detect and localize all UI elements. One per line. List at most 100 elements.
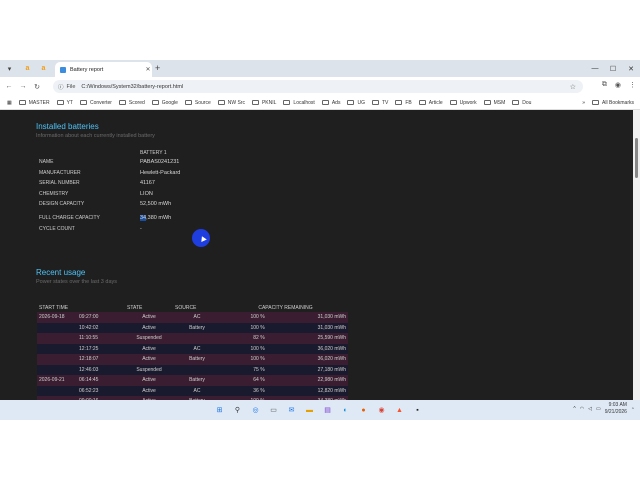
- cell-mwh: 22,980 mWh: [266, 375, 348, 386]
- back-icon[interactable]: ←: [4, 82, 14, 92]
- folder-icon: [79, 100, 87, 105]
- bookmark-folder[interactable]: NW Src: [217, 99, 245, 106]
- battery-row-manufacturer: MANUFACTURER Hewlett-Packard: [39, 170, 259, 176]
- bookmark-label: MASTER: [28, 99, 50, 106]
- table-row: 12:46:03 Suspended 75 % 27,180 mWh: [37, 364, 348, 375]
- battery-row-value: PABAS0241231: [140, 159, 180, 165]
- bookmark-label: Article: [428, 99, 443, 106]
- close-window-icon[interactable]: ✕: [622, 60, 640, 77]
- amazon-tab-icon-2[interactable]: a: [38, 63, 49, 74]
- menu-icon[interactable]: ⋮: [629, 81, 636, 89]
- reload-icon[interactable]: ↻: [32, 82, 42, 92]
- network-icon[interactable]: ◠: [580, 406, 584, 412]
- table-row: 12:17:25 Active AC 100 % 36,020 mWh: [37, 343, 348, 354]
- bookmark-label: MSM: [493, 99, 506, 106]
- bookmark-star-icon[interactable]: ☆: [570, 83, 576, 91]
- bookmark-folder[interactable]: Google: [151, 100, 178, 106]
- url-text[interactable]: C:/Windows/System32/battery-report.html: [81, 84, 183, 90]
- bookmark-folder[interactable]: TV: [371, 100, 388, 106]
- address-bar[interactable]: ⓘ File C:/Windows/System32/battery-repor…: [53, 80, 583, 93]
- extensions-icon[interactable]: ⧉: [602, 81, 607, 89]
- task-view-icon[interactable]: ▭: [268, 405, 279, 416]
- cell-start-time: 2026-09-18 09:27:00: [37, 312, 125, 323]
- cell-source: AC: [173, 343, 221, 354]
- scrollbar-thumb[interactable]: [635, 138, 638, 178]
- volume-icon[interactable]: ◁: [588, 406, 592, 412]
- bookmark-folder[interactable]: Dou: [512, 100, 531, 106]
- notifications-icon[interactable]: ◔: [631, 406, 634, 412]
- bookmark-folder[interactable]: Ads: [321, 100, 340, 106]
- battery-row-label: CYCLE COUNT: [39, 226, 75, 232]
- bookmark-folder[interactable]: UG: [347, 100, 365, 106]
- battery-row-label: FULL CHARGE CAPACITY: [39, 215, 100, 221]
- battery-row-value[interactable]: 34,380 mWh: [140, 215, 171, 221]
- cell-percent: 64 %: [221, 375, 267, 386]
- tab-title: Battery report: [70, 66, 104, 73]
- tab-search-icon[interactable]: ▾: [4, 63, 15, 74]
- bookmark-label: NW Src: [227, 99, 245, 106]
- brave-icon[interactable]: ▲: [394, 405, 405, 416]
- bookmark-folder[interactable]: YT: [56, 100, 73, 106]
- clock[interactable]: 9:03 AM 9/21/2026: [605, 402, 627, 416]
- cell-state: Suspended: [125, 364, 173, 375]
- new-tab-button[interactable]: +: [155, 63, 160, 73]
- bookmark-folder[interactable]: FB: [395, 100, 412, 106]
- forward-icon[interactable]: →: [18, 82, 28, 92]
- bookmark-folder[interactable]: MASTER: [18, 99, 50, 106]
- bookmark-folder[interactable]: Article: [418, 99, 443, 106]
- scheme-label: File: [66, 83, 76, 90]
- bookmark-folder[interactable]: Source: [184, 100, 211, 106]
- cell-mwh: 31,030 mWh: [266, 312, 348, 323]
- cell-state: Active: [125, 354, 173, 365]
- amazon-tab-icon[interactable]: a: [22, 63, 33, 74]
- start-icon[interactable]: ⊞: [214, 405, 225, 416]
- all-bookmarks[interactable]: All Bookmarks: [592, 100, 634, 106]
- cell-start-time: 11:10:55: [37, 333, 125, 344]
- close-tab-icon[interactable]: ✕: [144, 66, 152, 73]
- recent-usage-body: 2026-09-18 09:27:00 Active AC 100 % 31,030 mW…: [37, 312, 348, 407]
- bookmark-label: PKNIL: [261, 99, 277, 106]
- table-row: 2026-09-21 06:14:45 Active Battery 64 % 22,98…: [37, 375, 348, 386]
- file-explorer-icon[interactable]: ▬: [304, 405, 315, 416]
- tab-battery-report[interactable]: Battery report ✕: [55, 62, 152, 77]
- edge-icon[interactable]: ◐: [340, 405, 351, 416]
- folder-icon: [321, 100, 329, 105]
- bookmarks-bar: ▦ MASTER YT Converter Scored Google Source NW …: [0, 96, 640, 110]
- cell-start-time: 12:46:03: [37, 364, 125, 375]
- info-icon[interactable]: ⓘ: [58, 83, 64, 91]
- battery-icon[interactable]: ▭: [596, 406, 601, 412]
- store-icon[interactable]: ▤: [322, 405, 333, 416]
- minimize-icon[interactable]: —: [586, 60, 604, 77]
- bookmark-folder[interactable]: Converter: [79, 100, 112, 106]
- cell-percent: 100 %: [221, 312, 267, 323]
- cell-state: Active: [125, 375, 173, 386]
- cell-mwh: 25,590 mWh: [266, 333, 348, 344]
- maximize-icon[interactable]: ☐: [604, 60, 622, 77]
- firefox-icon[interactable]: ●: [358, 405, 369, 416]
- bookmark-folder[interactable]: MSM: [483, 99, 506, 106]
- chrome-icon[interactable]: ◉: [376, 405, 387, 416]
- cell-mwh: 31,030 mWh: [266, 322, 348, 333]
- bookmark-folder[interactable]: Upwork: [449, 100, 477, 106]
- vertical-scrollbar[interactable]: [633, 110, 640, 400]
- profile-icon[interactable]: ◉: [615, 81, 621, 89]
- bookmark-folder[interactable]: Localhost: [283, 100, 315, 106]
- bookmark-label: UG: [357, 99, 365, 106]
- mail-icon[interactable]: ✉: [286, 405, 297, 416]
- folder-icon: [56, 100, 64, 105]
- cell-state: Active: [125, 385, 173, 396]
- search-icon[interactable]: ⚲: [232, 405, 243, 416]
- table-row: 06:52:23 Active AC 36 % 12,820 mWh: [37, 385, 348, 396]
- more-bookmarks-icon[interactable]: »: [582, 100, 585, 106]
- cell-time: 11:10:55: [79, 335, 99, 342]
- tray-chevron-icon[interactable]: ^: [573, 406, 575, 412]
- cell-time: 12:46:03: [79, 366, 99, 373]
- bookmark-folder[interactable]: Scored: [118, 100, 145, 106]
- battery-row-design-capacity: DESIGN CAPACITY 52,500 mWh: [39, 201, 259, 207]
- copilot-icon[interactable]: ◎: [250, 405, 261, 416]
- folder-icon: [18, 100, 26, 105]
- battery-row-chemistry: CHEMISTRY LION: [39, 191, 259, 197]
- bookmark-folder[interactable]: PKNIL: [251, 99, 277, 106]
- terminal-icon[interactable]: ▪: [412, 405, 423, 416]
- cell-percent: 36 %: [221, 385, 267, 396]
